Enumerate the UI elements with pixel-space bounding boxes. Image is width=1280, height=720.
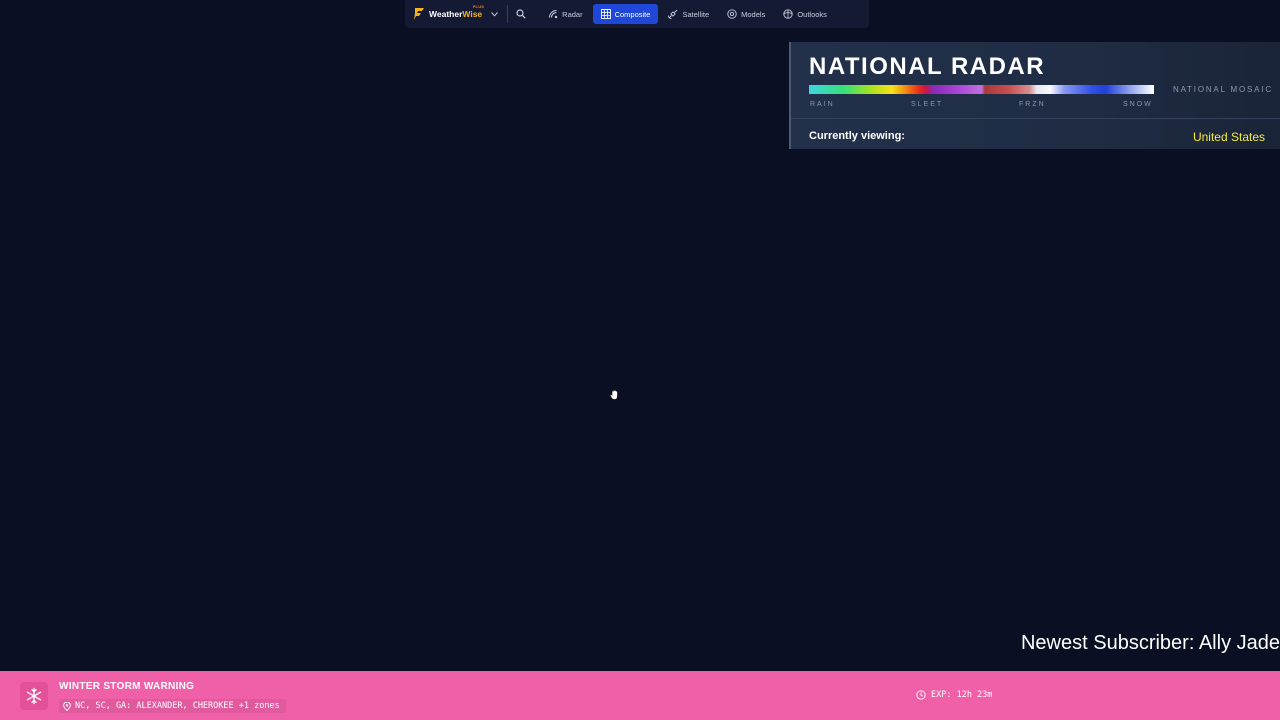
scale-label-rain: RAIN: [810, 101, 835, 108]
radar-legend-panel: NATIONAL RADAR RAIN SLEET FRZN SNOW NATI…: [789, 42, 1280, 149]
scale-label-frzn: FRZN: [1019, 101, 1046, 108]
currently-viewing-value: United States: [1192, 130, 1265, 144]
nav-radar[interactable]: Radar: [540, 4, 590, 24]
location-pin-icon: [63, 701, 71, 711]
chevron-down-icon: [491, 11, 499, 17]
weather-alert-bar[interactable]: WINTER STORM WARNING NC, SC, GA: ALEXAND…: [0, 671, 1280, 720]
alert-areas: NC, SC, GA: ALEXANDER, CHEROKEE +1 zones: [59, 699, 286, 713]
precip-color-scale: [809, 85, 1154, 94]
outlooks-icon: [783, 9, 793, 19]
grid-icon: [600, 9, 611, 19]
nav-models-label: Models: [741, 9, 766, 19]
nav-radar-label: Radar: [562, 9, 583, 19]
clock-icon: [916, 690, 926, 700]
panel-divider: [791, 118, 1280, 119]
nav-models[interactable]: Models: [719, 4, 773, 24]
newest-subscriber-text: Newest Subscriber: Ally Jade: [1020, 632, 1280, 654]
weatherwise-logo-icon: [414, 8, 424, 20]
models-icon: [727, 9, 737, 19]
satellite-icon: [668, 9, 678, 19]
map-canvas[interactable]: WeatherWise PLUS Radar Composite Satelli…: [0, 0, 1280, 720]
nav-divider: [507, 5, 509, 23]
nav-composite[interactable]: Composite: [592, 4, 659, 24]
mosaic-label: NATIONAL MOSAIC: [1173, 85, 1273, 94]
snowflake-icon: [26, 687, 42, 705]
currently-viewing-label: Currently viewing:: [809, 130, 905, 142]
nav-satellite[interactable]: Satellite: [660, 4, 717, 24]
alert-expiry-text: EXP: 12h 23m: [931, 690, 993, 700]
alert-title: WINTER STORM WARNING: [59, 681, 195, 692]
top-nav: WeatherWise PLUS Radar Composite Satelli…: [405, 0, 869, 28]
scale-label-sleet: SLEET: [911, 101, 944, 108]
brand-menu[interactable]: WeatherWise PLUS: [413, 0, 499, 28]
radar-title: NATIONAL RADAR: [809, 53, 1046, 80]
scale-label-snow: SNOW: [1123, 101, 1153, 108]
grab-hand-cursor-icon: [609, 389, 618, 400]
brand-name: WeatherWise PLUS: [429, 4, 485, 19]
alert-areas-text: NC, SC, GA: ALEXANDER, CHEROKEE +1 zones: [75, 701, 280, 711]
nav-outlooks[interactable]: Outlooks: [775, 4, 835, 24]
nav-outlooks-label: Outlooks: [797, 9, 827, 19]
alert-icon-box: [20, 682, 48, 710]
nav-satellite-label: Satellite: [682, 9, 710, 19]
search-icon[interactable]: [516, 9, 526, 19]
radar-icon: [549, 10, 558, 19]
alert-expiry: EXP: 12h 23m: [916, 690, 992, 700]
brand-tier: PLUS: [472, 4, 485, 9]
nav-composite-label: Composite: [614, 9, 651, 19]
